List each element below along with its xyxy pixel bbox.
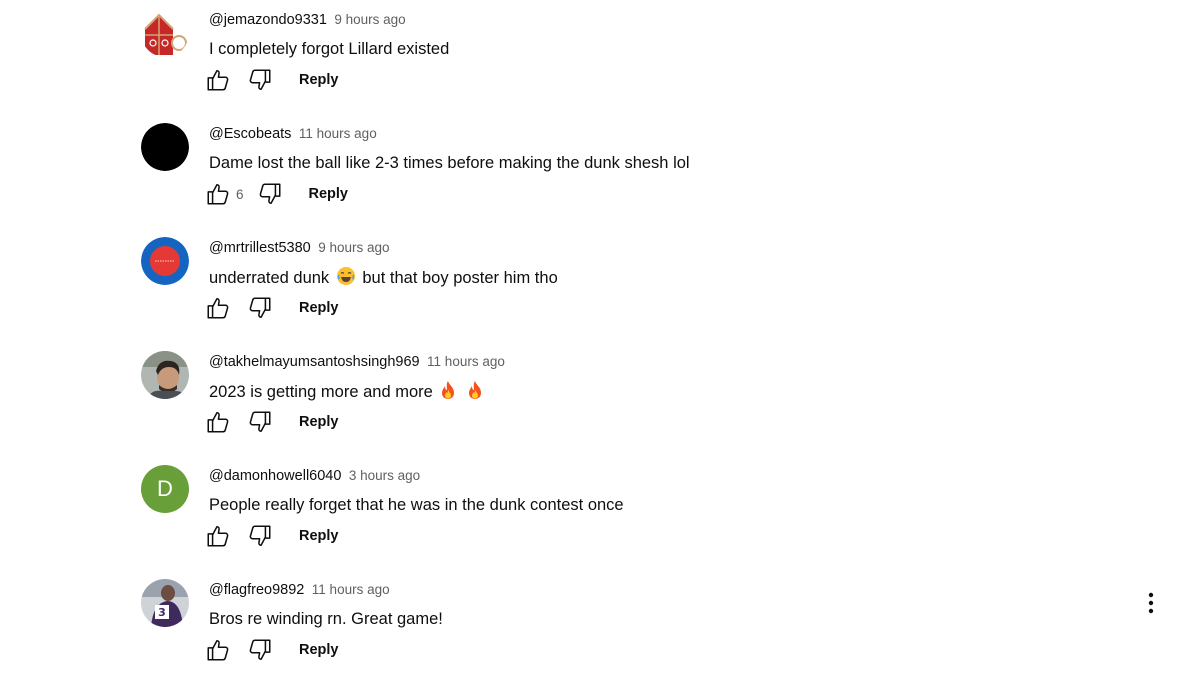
thumbs-up-icon — [207, 70, 229, 91]
comment-actions: Reply — [204, 404, 339, 440]
comment-text: People really forget that he was in the … — [209, 496, 624, 514]
comment-time[interactable]: 11 hours ago — [299, 126, 377, 141]
comment-time[interactable]: 11 hours ago — [312, 582, 390, 597]
reply-button[interactable]: Reply — [299, 528, 339, 544]
like-button[interactable] — [204, 294, 232, 322]
comment-text-part: 2023 is getting more and more — [209, 383, 433, 401]
reply-button[interactable]: Reply — [299, 72, 339, 88]
comment-author[interactable]: @Escobeats — [209, 126, 291, 142]
comment-text-part: underrated dunk — [209, 269, 330, 287]
thumbs-up-icon — [207, 412, 229, 433]
thumbs-down-icon — [249, 69, 271, 90]
comment-actions: Reply — [204, 518, 339, 554]
comment-actions: 6 Reply — [204, 176, 348, 212]
like-button[interactable] — [204, 522, 232, 550]
comment-time[interactable]: 9 hours ago — [334, 12, 405, 27]
comment-header: @Escobeats 11 hours ago — [209, 125, 377, 143]
jersey-photo-avatar-icon: 3 — [141, 579, 189, 627]
black-circle-avatar-icon — [141, 123, 189, 171]
dislike-button[interactable] — [246, 66, 274, 94]
comment-text: Bros re winding rn. Great game! — [209, 610, 443, 628]
svg-text:3: 3 — [158, 606, 166, 619]
comment-actions: Reply — [204, 290, 339, 326]
comment-text: underrated dunk but that boy poster him … — [209, 266, 558, 292]
comment-time[interactable]: 11 hours ago — [427, 354, 505, 369]
laughing-emoji-icon — [336, 266, 356, 292]
comment-header: @damonhowell6040 3 hours ago — [209, 467, 420, 485]
more-vertical-icon — [1148, 592, 1154, 614]
avatar[interactable] — [141, 237, 189, 285]
photo-avatar-icon — [141, 351, 189, 399]
avatar[interactable] — [141, 351, 189, 399]
dislike-button[interactable] — [246, 522, 274, 550]
thumbs-down-icon — [249, 639, 271, 660]
thumbs-down-icon — [249, 525, 271, 546]
thumbs-down-icon — [259, 183, 281, 204]
blue-red-ring-avatar-icon — [141, 237, 189, 285]
fire-emoji-icon — [439, 380, 457, 406]
comment-time[interactable]: 3 hours ago — [349, 468, 420, 483]
comment-item: @mrtrillest5380 9 hours ago underrated d… — [0, 228, 1200, 342]
thumbs-down-icon — [249, 411, 271, 432]
comment-header: @mrtrillest5380 9 hours ago — [209, 239, 390, 257]
comment-item: 3 @flagfreo9892 11 hours ago Bros re win… — [0, 570, 1200, 675]
thumbs-up-icon — [207, 640, 229, 661]
like-button[interactable] — [204, 180, 232, 208]
dislike-button[interactable] — [256, 180, 284, 208]
more-actions-button[interactable] — [1139, 589, 1163, 617]
comment-text-part: but that boy poster him tho — [362, 269, 558, 287]
dislike-button[interactable] — [246, 294, 274, 322]
avatar[interactable] — [141, 9, 189, 57]
comment-item: @takhelmayumsantoshsingh969 11 hours ago… — [0, 342, 1200, 456]
thumbs-up-icon — [207, 526, 229, 547]
comment-actions: Reply — [204, 632, 339, 668]
comment-text: Dame lost the ball like 2-3 times before… — [209, 154, 690, 172]
comment-author[interactable]: @mrtrillest5380 — [209, 240, 311, 256]
comment-author[interactable]: @jemazondo9331 — [209, 12, 327, 28]
comment-author[interactable]: @flagfreo9892 — [209, 582, 304, 598]
comment-text: 2023 is getting more and more — [209, 380, 486, 406]
dislike-button[interactable] — [246, 408, 274, 436]
comment-item: @jemazondo9331 9 hours ago I completely … — [0, 0, 1200, 114]
reply-button[interactable]: Reply — [309, 186, 349, 202]
comment-item: @Escobeats 11 hours ago Dame lost the ba… — [0, 114, 1200, 228]
comment-author[interactable]: @takhelmayumsantoshsingh969 — [209, 354, 420, 370]
reply-button[interactable]: Reply — [299, 300, 339, 316]
comment-actions: Reply — [204, 62, 339, 98]
comment-author[interactable]: @damonhowell6040 — [209, 468, 341, 484]
avatar[interactable]: 3 — [141, 579, 189, 627]
comment-text: I completely forgot Lillard existed — [209, 40, 450, 58]
like-button[interactable] — [204, 66, 232, 94]
thumbs-down-icon — [249, 297, 271, 318]
like-count: 6 — [236, 186, 244, 202]
like-button[interactable] — [204, 408, 232, 436]
thumbs-up-icon — [207, 184, 229, 205]
comment-header: @jemazondo9331 9 hours ago — [209, 11, 406, 29]
comment-time[interactable]: 9 hours ago — [318, 240, 389, 255]
comment-header: @takhelmayumsantoshsingh969 11 hours ago — [209, 353, 505, 371]
reply-button[interactable]: Reply — [299, 414, 339, 430]
like-button[interactable] — [204, 636, 232, 664]
dislike-button[interactable] — [246, 636, 274, 664]
avatar[interactable] — [141, 123, 189, 171]
comments-section: @jemazondo9331 9 hours ago I completely … — [0, 0, 1200, 675]
fire-emoji-icon — [466, 380, 484, 406]
reply-button[interactable]: Reply — [299, 642, 339, 658]
logo-avatar-icon — [141, 9, 189, 57]
comment-item: D @damonhowell6040 3 hours ago People re… — [0, 456, 1200, 570]
avatar[interactable]: D — [141, 465, 189, 513]
comment-header: @flagfreo9892 11 hours ago — [209, 581, 390, 599]
thumbs-up-icon — [207, 298, 229, 319]
